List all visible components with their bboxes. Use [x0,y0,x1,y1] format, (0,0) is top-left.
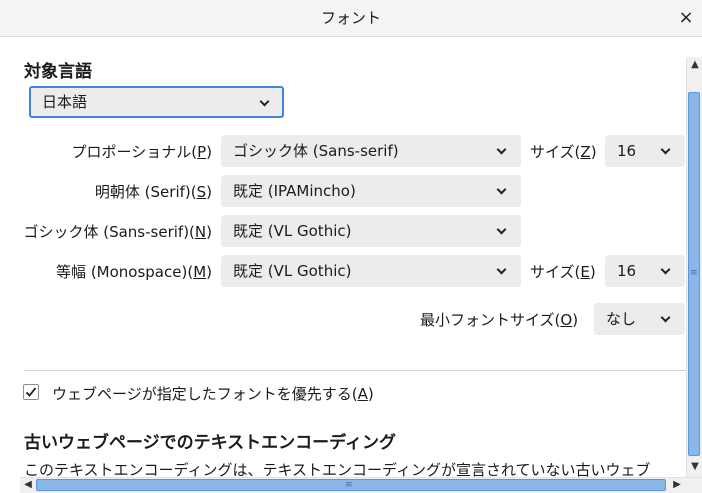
sans-serif-select[interactable]: 既定 (VL Gothic) [221,215,521,247]
allow-page-fonts-checkbox[interactable] [23,384,39,400]
vertical-scrollbar[interactable]: ▲ ≡ ▼ [686,57,702,477]
proportional-select-value: ゴシック体 (Sans-serif) [233,142,399,160]
monospace-size-label: サイズ(E) [530,263,596,281]
language-heading: 対象言語 [24,62,92,82]
separator [24,370,686,371]
checkmark-icon [25,387,37,397]
minimum-size-label: 最小フォントサイズ(O) [420,311,579,329]
monospace-label: 等幅 (Monospace)(M) [56,263,212,281]
monospace-size-select[interactable]: 16 [605,255,685,287]
sans-serif-select-value: 既定 (VL Gothic) [233,222,352,240]
window-title: フォント [320,9,381,27]
allow-page-fonts-label[interactable]: ウェブページが指定したフォントを優先する(A) [52,383,374,404]
proportional-size-value: 16 [617,142,637,160]
title-bar: フォント × [0,0,702,37]
monospace-select-value: 既定 (VL Gothic) [233,262,352,280]
vertical-scroll-thumb[interactable]: ≡ [688,92,700,456]
monospace-size-value: 16 [617,262,637,280]
proportional-size-label: サイズ(Z) [530,143,597,161]
monospace-select[interactable]: 既定 (VL Gothic) [221,255,521,287]
grip-icon: ≡ [690,268,698,278]
serif-select[interactable]: 既定 (IPAMincho) [221,175,521,207]
language-select[interactable]: 日本語 [29,86,284,118]
language-select-value: 日本語 [42,93,88,111]
dialog-content: 対象言語 日本語 プロポーショナル(P) ゴシック体 (Sans-serif) … [0,37,686,477]
scroll-down-icon[interactable]: ▼ [688,460,702,474]
minimum-size-value: なし [606,310,637,328]
legacy-encoding-heading: 古いウェブページでのテキストエンコーディング [24,433,396,453]
grip-icon: ≡ [345,480,353,490]
scroll-left-icon[interactable]: ◀ [21,478,35,492]
proportional-size-select[interactable]: 16 [605,135,685,167]
legacy-encoding-description: このテキストエンコーディングは、テキストエンコーディングが宣言されていない古いウ… [24,461,651,477]
minimum-size-select[interactable]: なし [594,303,685,335]
close-button[interactable]: × [672,4,700,32]
scroll-up-icon[interactable]: ▲ [688,58,702,72]
serif-label: 明朝体 (Serif)(S) [94,183,212,201]
scroll-right-icon[interactable]: ▶ [670,478,684,492]
close-icon: × [678,7,694,28]
sans-serif-label: ゴシック体 (Sans-serif)(N) [23,223,212,241]
serif-select-value: 既定 (IPAMincho) [233,182,356,200]
proportional-label: プロポーショナル(P) [71,143,212,161]
horizontal-scroll-thumb[interactable]: ≡ [36,479,666,491]
proportional-select[interactable]: ゴシック体 (Sans-serif) [221,135,521,167]
horizontal-scrollbar[interactable]: ◀ ≡ ▶ [20,477,702,493]
